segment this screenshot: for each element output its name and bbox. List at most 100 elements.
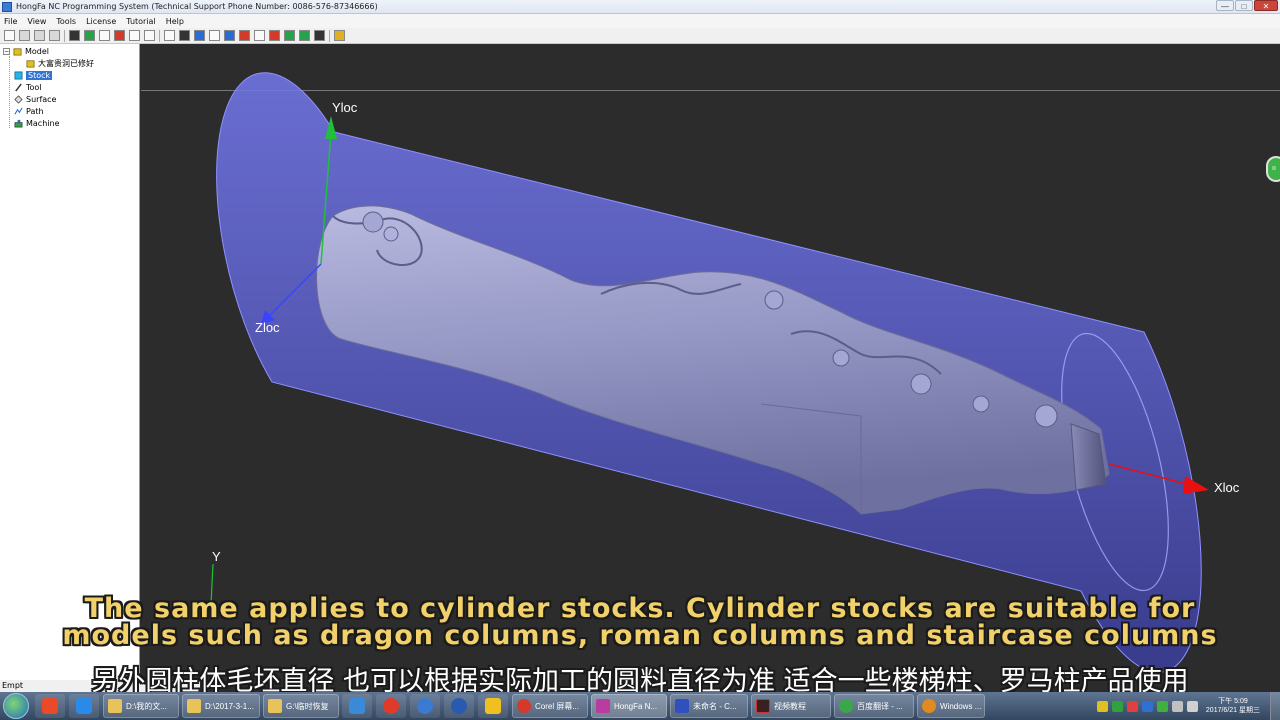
fit-view-icon[interactable] bbox=[69, 30, 80, 41]
y-axis-label: Yloc bbox=[332, 100, 358, 115]
volume-icon[interactable] bbox=[1186, 700, 1198, 712]
tree-item-stock[interactable]: Stock bbox=[14, 69, 53, 81]
menu-tutorial[interactable]: Tutorial bbox=[126, 17, 155, 26]
menu-help[interactable]: Help bbox=[166, 17, 184, 26]
menu-tools[interactable]: Tools bbox=[56, 17, 76, 26]
open-file-icon[interactable] bbox=[19, 30, 30, 41]
clock[interactable]: 下午 5:09 2017/6/21 星期三 bbox=[1206, 697, 1260, 715]
machine-icon bbox=[14, 119, 23, 127]
x-axis-arrow bbox=[1183, 476, 1209, 494]
pinned-app[interactable] bbox=[410, 694, 440, 718]
taskbar-item[interactable]: 未命名 - C... bbox=[670, 694, 748, 718]
taskbar-item-label: D:\我的文... bbox=[126, 701, 167, 711]
cylinder-stock-icon[interactable] bbox=[194, 30, 205, 41]
system-tray: 下午 5:09 2017/6/21 星期三 bbox=[1096, 692, 1280, 720]
display-icon[interactable] bbox=[314, 30, 325, 41]
network-icon[interactable] bbox=[1171, 700, 1183, 712]
cube-icon[interactable] bbox=[269, 30, 280, 41]
toolbar-separator bbox=[329, 29, 330, 42]
tree-item-machine[interactable]: Machine bbox=[14, 117, 60, 129]
pinned-app[interactable] bbox=[342, 694, 372, 718]
tray-icon[interactable] bbox=[1111, 700, 1123, 712]
show-desktop-button[interactable] bbox=[1270, 692, 1280, 720]
media-icon bbox=[451, 698, 467, 714]
tree-item-label: Surface bbox=[26, 94, 57, 104]
taskbar-item[interactable]: 视频教程 bbox=[751, 694, 831, 718]
tree-item-path[interactable]: Path bbox=[14, 105, 44, 117]
tree-item-model[interactable]: − Model bbox=[3, 45, 49, 57]
solid-shade-icon[interactable] bbox=[179, 30, 190, 41]
taskbar-item[interactable]: D:\2017-3-1... bbox=[182, 694, 260, 718]
part-icon bbox=[26, 59, 35, 67]
top-view-icon[interactable] bbox=[129, 30, 140, 41]
taskbar-item[interactable]: 百度翻译 - ... bbox=[834, 694, 914, 718]
taskbar-item-label: 未命名 - C... bbox=[693, 701, 737, 711]
music-icon bbox=[383, 698, 399, 714]
tree-item-label: Machine bbox=[26, 118, 60, 128]
tree-connector bbox=[9, 56, 10, 128]
menu-license[interactable]: License bbox=[86, 17, 116, 26]
iso-view-icon[interactable] bbox=[99, 30, 110, 41]
print-icon[interactable] bbox=[49, 30, 60, 41]
tree-item-tool[interactable]: Tool bbox=[14, 81, 42, 93]
tool-icon bbox=[15, 82, 22, 92]
taskbar-item[interactable]: Corel 屏幕... bbox=[512, 694, 588, 718]
pattern-icon[interactable] bbox=[239, 30, 250, 41]
pan-icon[interactable] bbox=[164, 30, 175, 41]
app-icon bbox=[2, 1, 12, 12]
tree-item-surface[interactable]: Surface bbox=[14, 93, 56, 105]
pinned-app[interactable] bbox=[444, 694, 474, 718]
copy-icon[interactable] bbox=[299, 30, 310, 41]
corel-icon bbox=[675, 699, 689, 713]
layer-icon[interactable] bbox=[254, 30, 265, 41]
grid-icon[interactable] bbox=[224, 30, 235, 41]
help-icon[interactable] bbox=[334, 30, 345, 41]
new-file-icon[interactable] bbox=[4, 30, 15, 41]
toolbar-separator bbox=[159, 29, 160, 42]
translate-icon bbox=[839, 699, 853, 713]
pinned-app-chrome[interactable] bbox=[35, 694, 65, 718]
taskbar-item[interactable]: Windows ... bbox=[917, 694, 985, 718]
start-button[interactable] bbox=[3, 693, 29, 719]
model-icon bbox=[13, 47, 22, 55]
taskbar-item-label: 百度翻译 - ... bbox=[857, 701, 903, 711]
tree-item-part[interactable]: 大富贵洞已修好 bbox=[26, 57, 94, 69]
side-view-icon[interactable] bbox=[144, 30, 155, 41]
menu-view[interactable]: View bbox=[27, 17, 46, 26]
triad-y-label: Y bbox=[212, 549, 221, 564]
taskbar-item[interactable]: D:\我的文... bbox=[103, 694, 179, 718]
subtitle-line-2: models such as dragon columns, roman col… bbox=[62, 620, 1218, 651]
pinned-app[interactable] bbox=[376, 694, 406, 718]
maximize-button[interactable]: □ bbox=[1235, 0, 1253, 11]
wireframe-icon[interactable] bbox=[209, 30, 220, 41]
taskbar-item-active[interactable]: HongFa N... bbox=[591, 694, 667, 718]
clock-date: 2017/6/21 星期三 bbox=[1205, 707, 1260, 714]
rotate-view-icon[interactable] bbox=[84, 30, 95, 41]
taskbar-item-label: Corel 屏幕... bbox=[535, 701, 580, 711]
3d-viewport[interactable]: Yloc Zloc Xloc Y bbox=[141, 44, 1280, 680]
side-float-button[interactable]: ıı bbox=[1266, 156, 1280, 182]
tray-icon[interactable] bbox=[1141, 700, 1153, 712]
scene-canvas[interactable]: Yloc Zloc Xloc Y bbox=[141, 44, 1280, 680]
pinned-app[interactable] bbox=[478, 694, 508, 718]
close-button[interactable]: ✕ bbox=[1254, 0, 1278, 11]
tree-item-label: Path bbox=[26, 106, 44, 116]
taskbar-item-label: Windows ... bbox=[940, 701, 982, 711]
title-bar: HongFa NC Programming System (Technical … bbox=[0, 0, 1280, 14]
menu-file[interactable]: File bbox=[4, 17, 17, 26]
qq-icon bbox=[485, 698, 501, 714]
menu-bar: File View Tools License Tutorial Help bbox=[0, 14, 1280, 28]
front-view-icon[interactable] bbox=[114, 30, 125, 41]
taskbar-item[interactable]: G:\临时恢复 bbox=[263, 694, 339, 718]
pinned-app-ie[interactable] bbox=[69, 694, 99, 718]
move-icon[interactable] bbox=[284, 30, 295, 41]
tray-icon[interactable] bbox=[1126, 700, 1138, 712]
record-icon bbox=[517, 699, 531, 713]
shield-icon[interactable] bbox=[1156, 700, 1168, 712]
save-icon[interactable] bbox=[34, 30, 45, 41]
tray-icon[interactable] bbox=[1096, 700, 1108, 712]
folder-icon bbox=[108, 699, 122, 713]
collapse-icon[interactable]: − bbox=[3, 47, 10, 55]
browser-icon bbox=[42, 698, 58, 714]
minimize-button[interactable]: — bbox=[1216, 0, 1234, 11]
